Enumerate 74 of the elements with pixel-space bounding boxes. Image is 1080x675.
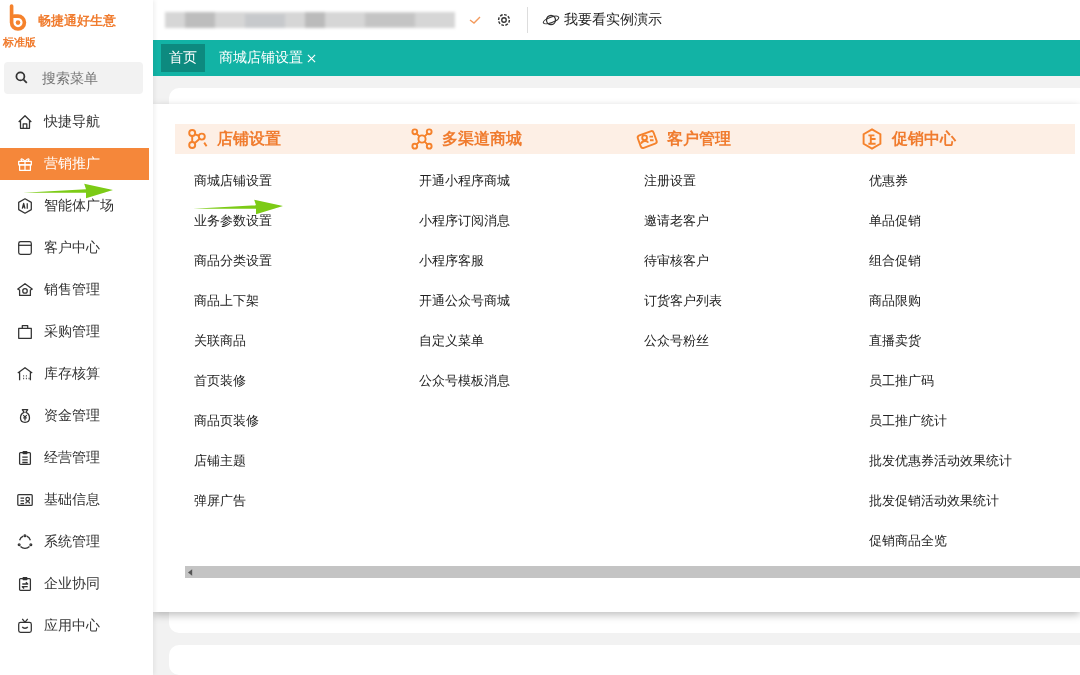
menu-group-header: 店铺设置 bbox=[175, 124, 400, 154]
menu-link[interactable]: 公众号模板消息 bbox=[400, 361, 510, 401]
menu-link[interactable]: 待审核客户 bbox=[625, 241, 709, 281]
menu-link[interactable]: 公众号粉丝 bbox=[625, 321, 709, 361]
card-icon bbox=[16, 491, 34, 509]
exchange-icon bbox=[16, 575, 34, 593]
search-icon bbox=[14, 70, 30, 86]
menu-link[interactable]: 组合促销 bbox=[850, 241, 921, 281]
close-icon[interactable] bbox=[307, 53, 316, 63]
menu-link[interactable]: 自定义菜单 bbox=[400, 321, 484, 361]
menu-link[interactable]: 商品上下架 bbox=[175, 281, 259, 321]
shop-icon bbox=[16, 281, 34, 299]
window-icon bbox=[16, 239, 34, 257]
tab[interactable]: 首页 bbox=[161, 44, 205, 72]
ai-icon bbox=[16, 197, 34, 215]
warehouse-icon bbox=[16, 365, 34, 383]
demo-link[interactable]: 我要看实例演示 bbox=[542, 11, 662, 29]
dots-icon bbox=[16, 533, 34, 551]
sidebar-item[interactable]: 库存核算 bbox=[0, 358, 149, 390]
menu-group-header: 多渠道商城 bbox=[400, 124, 625, 154]
sidebar-item[interactable]: 客户中心 bbox=[0, 232, 149, 264]
search-field[interactable]: 搜索菜单 bbox=[4, 62, 143, 94]
horizontal-scrollbar[interactable] bbox=[185, 566, 1080, 578]
sidebar-item[interactable]: 智能体广场 bbox=[0, 190, 149, 222]
menu-link[interactable]: 直播卖货 bbox=[850, 321, 921, 361]
sidebar-item[interactable]: 系统管理 bbox=[0, 526, 149, 558]
sidebar-item[interactable]: 应用中心 bbox=[0, 610, 149, 642]
menu-link[interactable]: 业务参数设置 bbox=[175, 201, 272, 241]
menu-link[interactable]: 订货客户列表 bbox=[625, 281, 722, 321]
clipboard-icon bbox=[16, 449, 34, 467]
menu-link[interactable]: 员工推广统计 bbox=[850, 401, 947, 441]
menu-link[interactable]: 关联商品 bbox=[175, 321, 246, 361]
menu-link[interactable]: 开通公众号商城 bbox=[400, 281, 510, 321]
sidebar-item[interactable]: 快捷导航 bbox=[0, 106, 149, 138]
menu-link[interactable]: 优惠券 bbox=[850, 161, 908, 201]
sidebar-item[interactable]: 基础信息 bbox=[0, 484, 149, 516]
menu-link[interactable]: 开通小程序商城 bbox=[400, 161, 510, 201]
menu-link[interactable]: 商城店铺设置 bbox=[175, 161, 272, 201]
edition-label: 标准版 bbox=[3, 35, 36, 50]
gift-icon bbox=[16, 155, 34, 173]
menu-link[interactable]: 单品促销 bbox=[850, 201, 921, 241]
promo-icon bbox=[860, 127, 884, 151]
bag-icon bbox=[16, 323, 34, 341]
check-icon bbox=[469, 15, 481, 25]
menu-link[interactable]: 弹屏广告 bbox=[175, 481, 246, 521]
tv-icon bbox=[16, 617, 34, 635]
sidebar-item[interactable]: 资金管理 bbox=[0, 400, 149, 432]
scroll-left-icon[interactable] bbox=[188, 568, 193, 576]
menu-link[interactable]: 店铺主题 bbox=[175, 441, 246, 481]
network-icon bbox=[410, 127, 434, 151]
menu-link[interactable]: 商品页装修 bbox=[175, 401, 259, 441]
menu-link[interactable]: 小程序订阅消息 bbox=[400, 201, 510, 241]
menu-link[interactable]: 邀请老客户 bbox=[625, 201, 709, 241]
menu-group-header: 促销中心 bbox=[850, 124, 1075, 154]
menu-link[interactable]: 小程序客服 bbox=[400, 241, 484, 281]
sidebar-item[interactable]: 经营管理 bbox=[0, 442, 149, 474]
menu-link[interactable]: 商品限购 bbox=[850, 281, 921, 321]
product-name: 畅捷通好生意 bbox=[38, 12, 116, 30]
sidebar-item[interactable]: 采购管理 bbox=[0, 316, 149, 348]
home-icon bbox=[16, 113, 34, 131]
menu-link[interactable]: 注册设置 bbox=[625, 161, 696, 201]
person-card-icon bbox=[635, 127, 659, 151]
nodes-icon bbox=[185, 127, 209, 151]
menu-link[interactable]: 员工推广码 bbox=[850, 361, 934, 401]
sidebar-item[interactable]: 企业协同 bbox=[0, 568, 149, 600]
logo-icon bbox=[7, 4, 29, 32]
menu-link[interactable]: 批发优惠券活动效果统计 bbox=[850, 441, 1012, 481]
menu-link[interactable]: 首页装修 bbox=[175, 361, 246, 401]
settings-icon[interactable] bbox=[495, 11, 513, 29]
menu-link[interactable]: 商品分类设置 bbox=[175, 241, 272, 281]
sidebar-item[interactable]: 销售管理 bbox=[0, 274, 149, 306]
menu-link[interactable]: 促销商品全览 bbox=[850, 521, 947, 561]
menu-group-header: 客户管理 bbox=[625, 124, 850, 154]
menu-link[interactable]: 批发促销活动效果统计 bbox=[850, 481, 999, 521]
